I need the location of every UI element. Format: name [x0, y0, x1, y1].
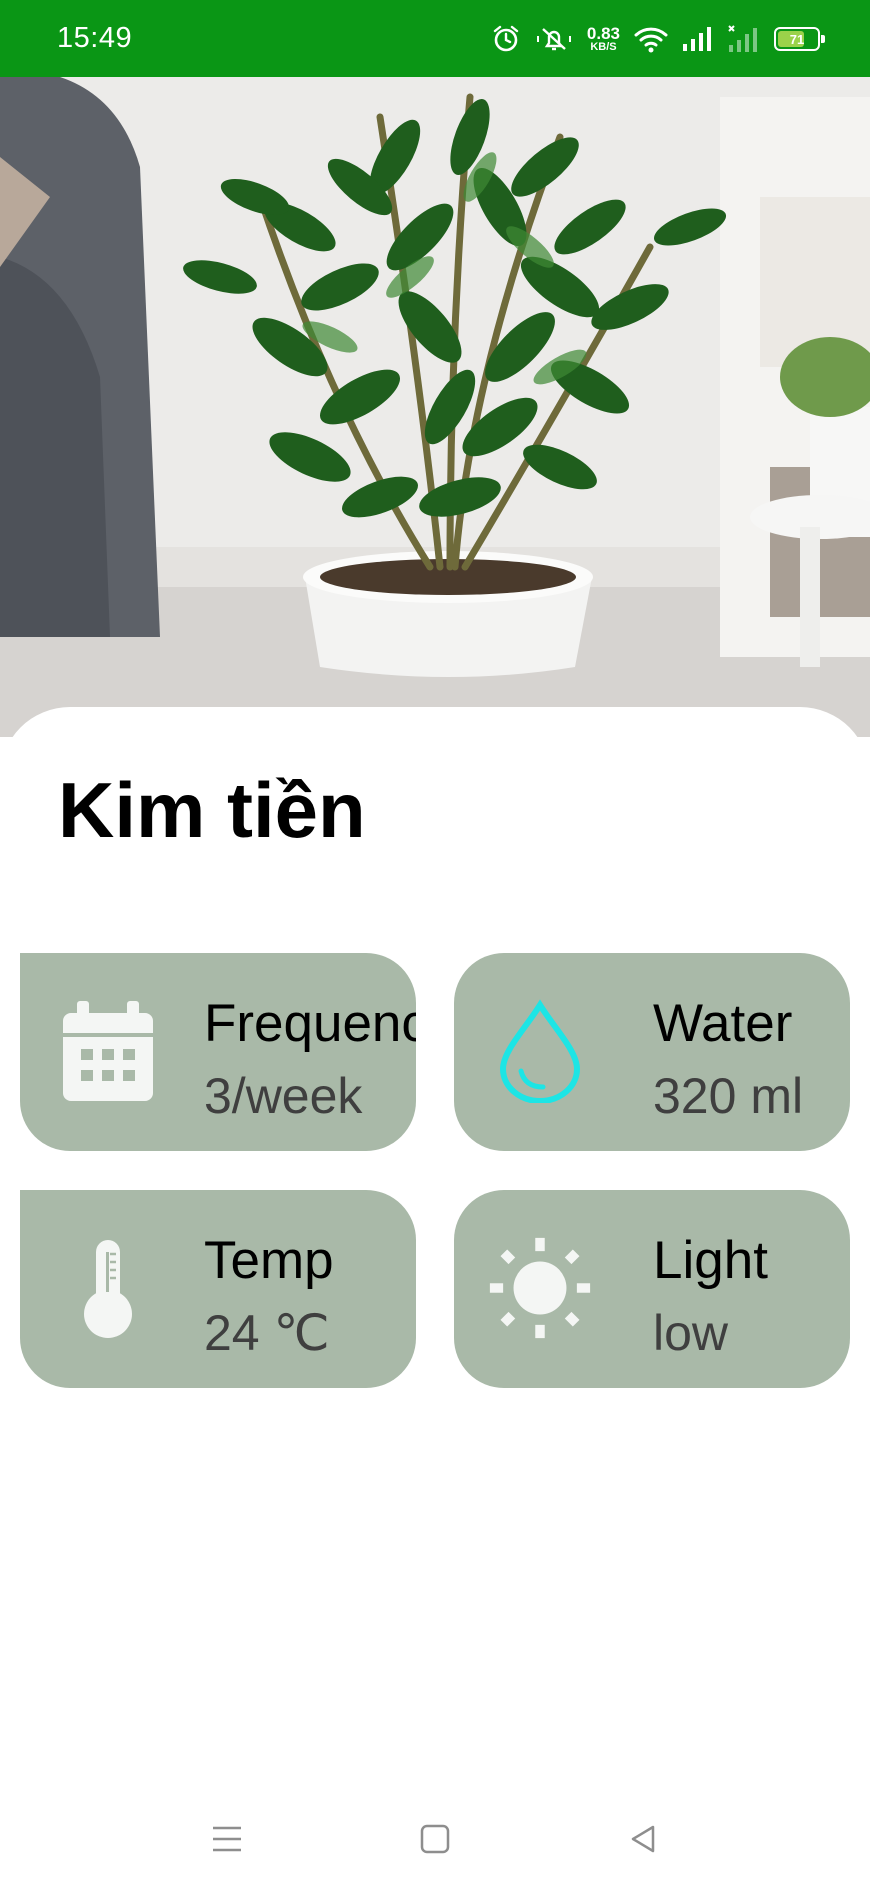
light-value: low	[653, 1305, 729, 1361]
battery-level: 71	[789, 31, 805, 47]
water-card[interactable]: Water 320 ml	[454, 953, 850, 1151]
signal-no-service-icon	[728, 25, 760, 53]
water-label: Water	[653, 994, 793, 1053]
net-speed: 0.83 KB/S	[587, 25, 620, 53]
water-value: 320 ml	[653, 1068, 804, 1124]
temp-label: Temp	[204, 1231, 334, 1290]
status-icons: 0.83 KB/S 71	[491, 20, 825, 58]
home-icon[interactable]	[405, 1814, 465, 1864]
net-speed-unit: KB/S	[590, 41, 617, 53]
plant-name: Kim tiền	[58, 766, 366, 854]
wifi-icon	[634, 25, 668, 53]
water-drop-icon	[488, 999, 592, 1103]
frequency-card[interactable]: Frequency 3/week	[20, 953, 416, 1151]
battery-icon: 71	[774, 27, 825, 51]
light-label: Light	[653, 1231, 768, 1290]
status-bar: 15:49 0.83 KB/S 71	[0, 0, 870, 77]
calendar-icon	[56, 999, 160, 1103]
back-icon[interactable]	[613, 1814, 673, 1864]
temp-value: 24 ℃	[204, 1305, 330, 1361]
alarm-icon	[491, 24, 521, 54]
thermometer-icon	[56, 1236, 160, 1340]
sun-icon	[488, 1236, 592, 1340]
signal-icon	[682, 26, 714, 52]
menu-icon[interactable]	[197, 1814, 257, 1864]
plant-photo	[0, 77, 870, 737]
status-time: 15:49	[57, 22, 133, 54]
temp-card[interactable]: Temp 24 ℃	[20, 1190, 416, 1388]
mute-icon	[535, 24, 573, 54]
navigation-bar	[0, 1784, 870, 1884]
frequency-value: 3/week	[204, 1068, 363, 1124]
light-card[interactable]: Light low	[454, 1190, 850, 1388]
plant-detail-sheet: Kim tiền Frequency 3/week	[0, 707, 870, 1837]
net-speed-value: 0.83	[586, 24, 620, 43]
frequency-label: Frequency	[204, 994, 416, 1053]
